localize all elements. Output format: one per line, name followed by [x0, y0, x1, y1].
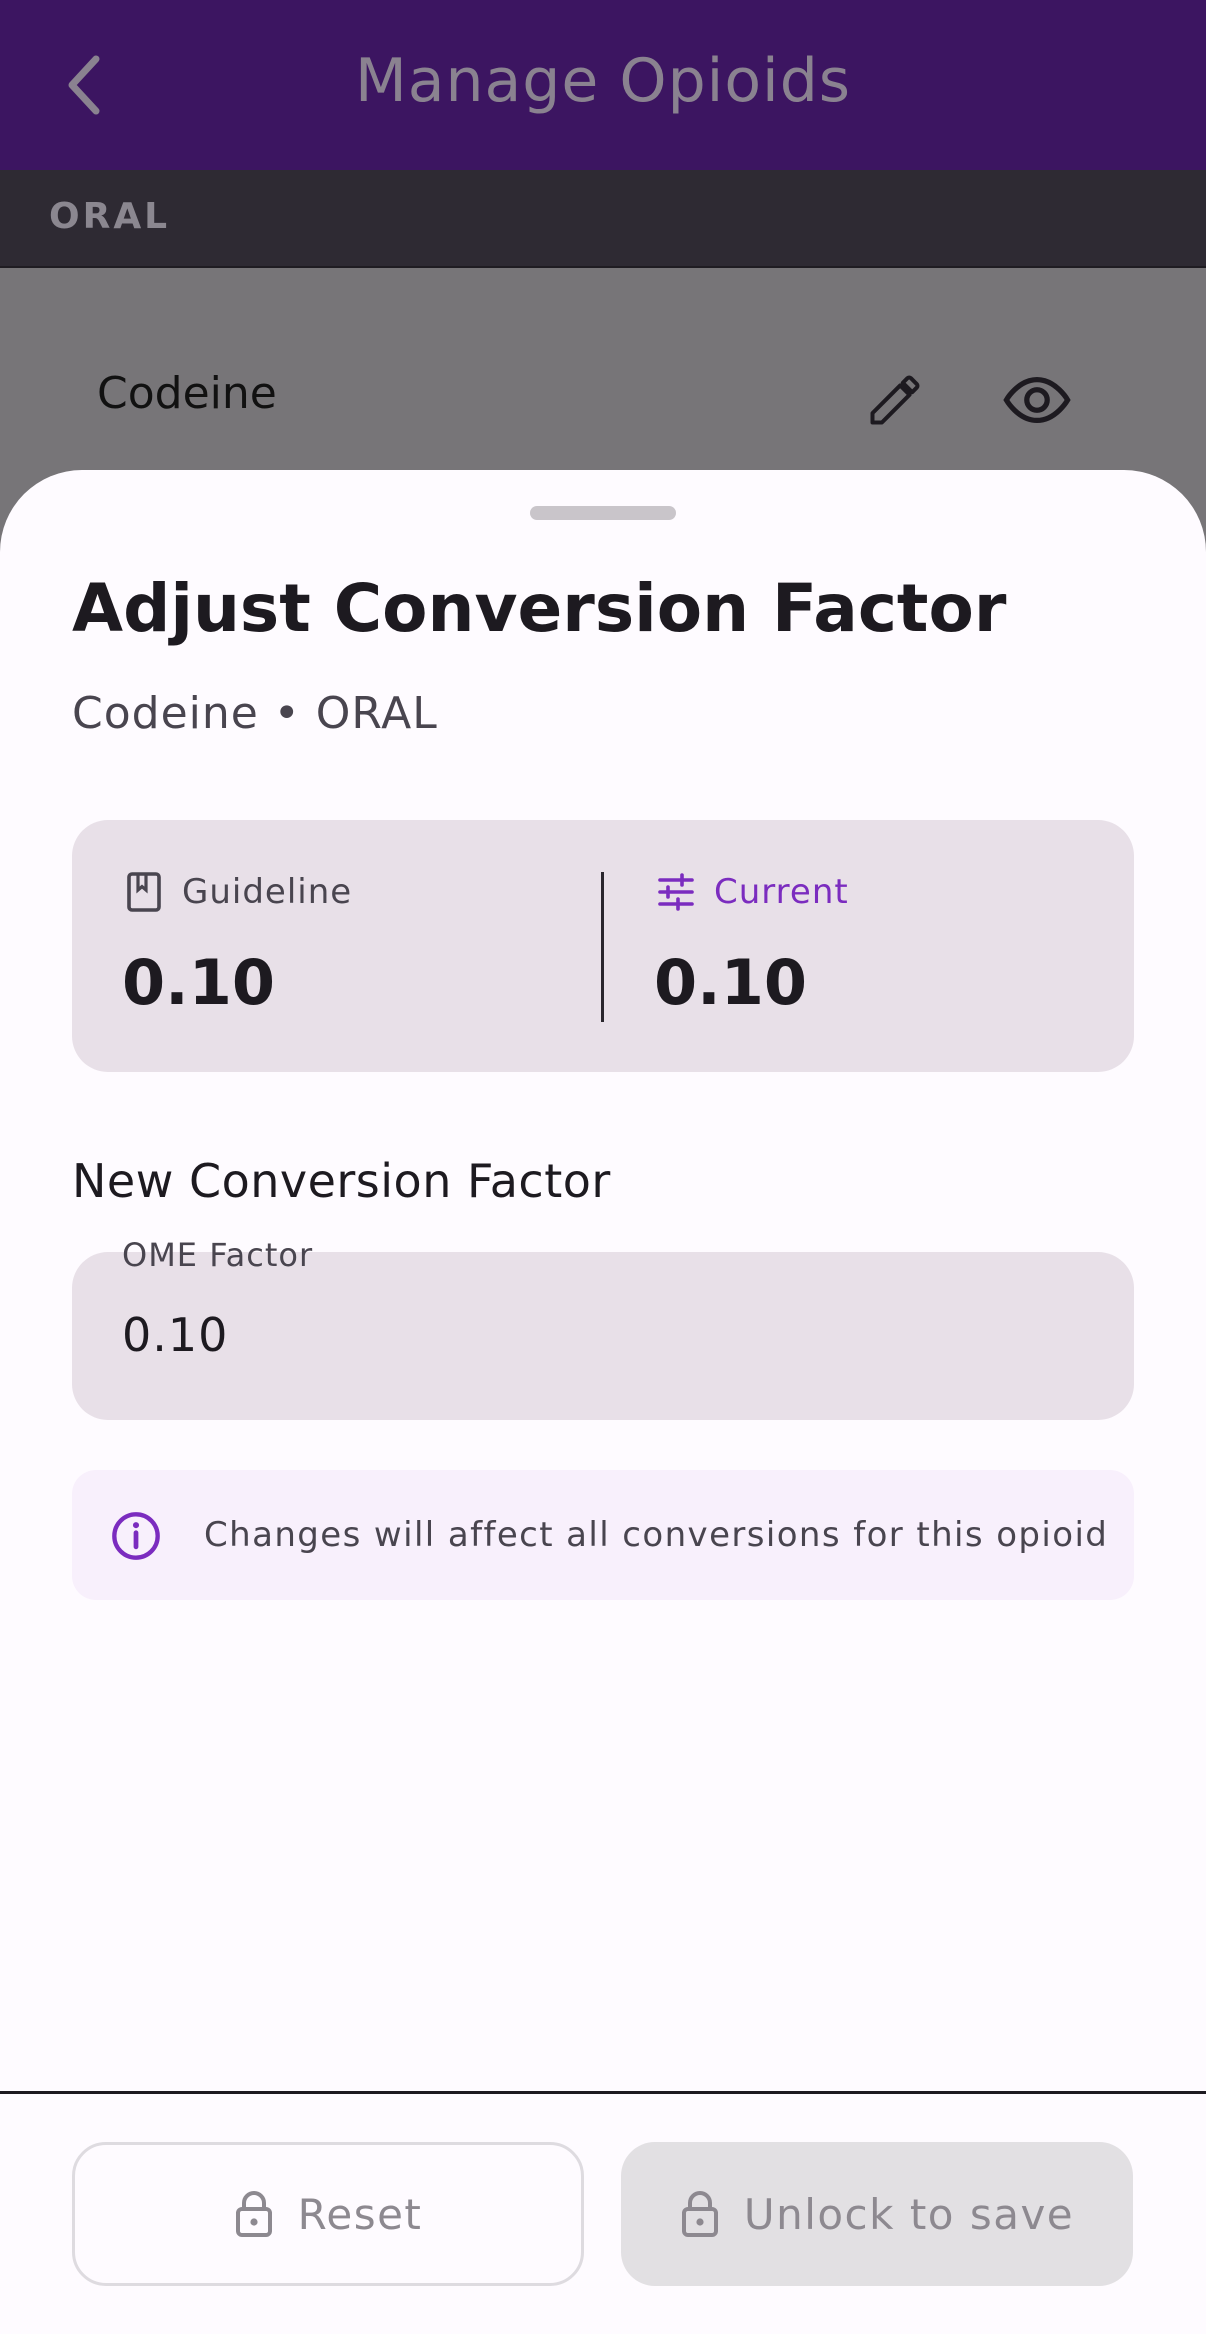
new-factor-heading: New Conversion Factor	[72, 1154, 611, 1208]
edit-icon	[870, 375, 920, 425]
guideline-column: Guideline 0.10	[122, 820, 572, 1072]
action-bar-divider	[0, 2091, 1206, 2094]
reset-label: Reset	[297, 2189, 423, 2239]
unlock-to-save-button[interactable]: Unlock to save	[621, 2142, 1133, 2286]
tune-icon	[654, 870, 698, 914]
lock-icon	[681, 2191, 718, 2237]
reset-button[interactable]: Reset	[72, 2142, 584, 2286]
drag-handle[interactable]	[530, 506, 676, 520]
guideline-label: Guideline	[182, 872, 353, 912]
current-label: Current	[714, 872, 849, 912]
ome-factor-input[interactable]: 0.10	[72, 1252, 1134, 1420]
lock-icon	[235, 2191, 272, 2237]
sheet-title: Adjust Conversion Factor	[72, 570, 1007, 647]
factor-comparison-card: Guideline 0.10 Current 0.10	[72, 820, 1134, 1072]
ome-factor-label: OME Factor	[122, 1236, 314, 1274]
save-label: Unlock to save	[743, 2189, 1075, 2239]
view-button[interactable]	[997, 360, 1077, 440]
section-label: ORAL	[49, 196, 171, 237]
current-column: Current 0.10	[654, 820, 1104, 1072]
bottom-sheet: Adjust Conversion Factor Codeine • ORAL …	[0, 470, 1206, 2334]
bookmark-icon	[122, 870, 166, 914]
page-title: Manage Opioids	[354, 46, 852, 116]
eye-icon	[1003, 376, 1071, 424]
guideline-value: 0.10	[122, 946, 275, 1019]
info-notice: Changes will affect all conversions for …	[72, 1470, 1134, 1600]
divider	[601, 872, 604, 1022]
sheet-subtitle: Codeine • ORAL	[72, 688, 438, 739]
app-bar: Manage Opioids	[0, 0, 1206, 170]
ome-factor-value[interactable]: 0.10	[122, 1308, 228, 1362]
section-header-oral: ORAL	[0, 170, 1206, 268]
current-value: 0.10	[654, 946, 807, 1019]
info-icon	[112, 1512, 160, 1560]
edit-button[interactable]	[855, 360, 935, 440]
opioid-name: Codeine	[97, 368, 277, 419]
notice-text: Changes will affect all conversions for …	[204, 1515, 1109, 1555]
